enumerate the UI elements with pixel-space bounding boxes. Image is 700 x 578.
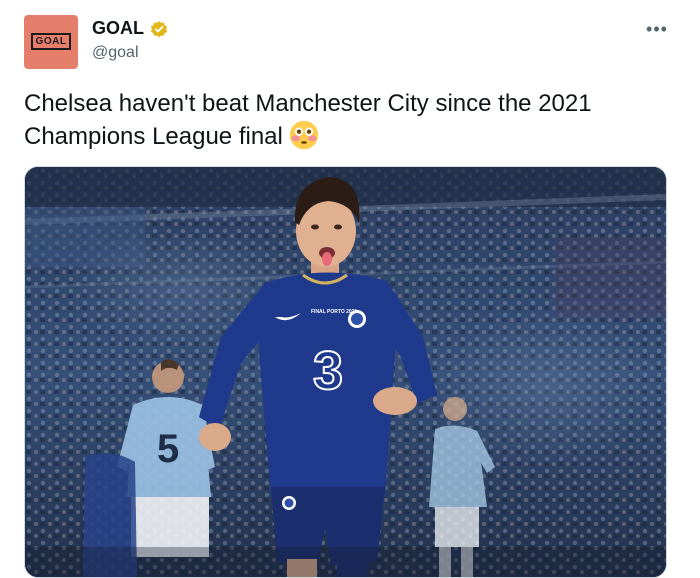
- opponent-shirt-number: 5: [157, 427, 179, 471]
- more-options-icon[interactable]: •••: [645, 20, 669, 38]
- goal-logo: GOAL: [30, 32, 72, 50]
- tweet-card[interactable]: GOAL GOAL @goal ••• Chelsea haven't beat…: [0, 0, 700, 578]
- football-photo: 5 FINAL PORTO 2021 3: [25, 167, 666, 577]
- tweet-text: Chelsea haven't beat Manchester City sin…: [24, 88, 674, 153]
- name-row: GOAL: [92, 18, 169, 39]
- display-name[interactable]: GOAL: [92, 18, 144, 39]
- avatar[interactable]: GOAL: [24, 15, 78, 69]
- handle[interactable]: @goal: [92, 44, 139, 62]
- tweet-photo[interactable]: 5 FINAL PORTO 2021 3: [24, 166, 667, 578]
- verified-badge-icon: [150, 20, 168, 37]
- kit-final-patch: FINAL PORTO 2021: [311, 309, 357, 315]
- shirt-sponsor-logo: 3: [313, 341, 343, 401]
- flushed-face-icon: [289, 120, 319, 150]
